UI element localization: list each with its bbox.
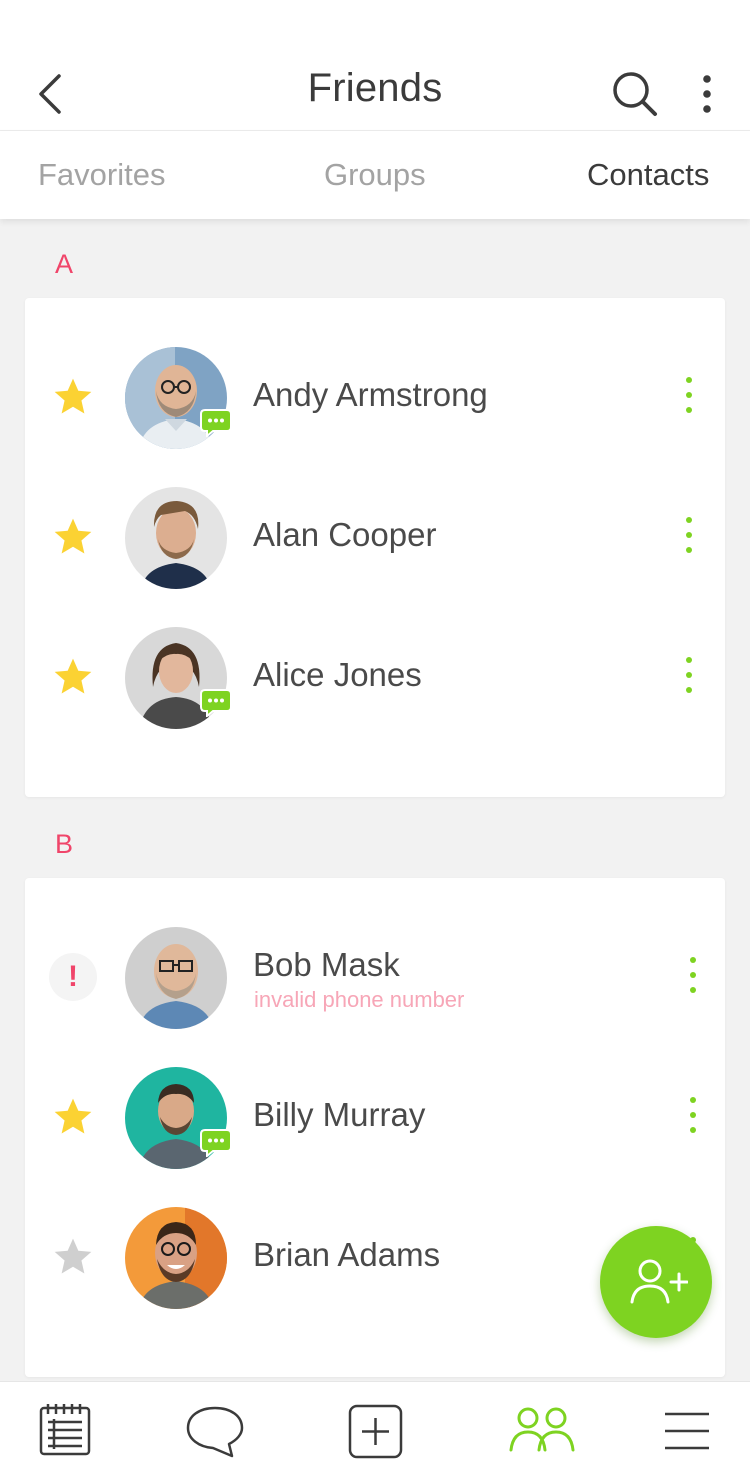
nav-add[interactable] bbox=[340, 1402, 410, 1462]
contact-row[interactable]: Alice Jones bbox=[25, 607, 725, 747]
alert-icon: ! bbox=[49, 953, 97, 1001]
chat-badge-icon bbox=[200, 689, 232, 717]
contact-options-icon[interactable] bbox=[675, 372, 703, 422]
search-icon bbox=[613, 72, 657, 116]
star-icon[interactable] bbox=[51, 1095, 95, 1139]
contact-row[interactable]: Andy Armstrong bbox=[25, 327, 725, 467]
notes-icon bbox=[39, 1404, 91, 1456]
section-header-b: B bbox=[55, 829, 74, 859]
tab-bar: Favorites Groups Contacts bbox=[0, 131, 750, 219]
contact-group-card-a: Andy Armstrong Alan Cooper Alice Jones bbox=[25, 298, 725, 797]
menu-icon bbox=[665, 1412, 709, 1450]
add-contact-button[interactable] bbox=[600, 1226, 712, 1338]
contact-row[interactable]: Alan Cooper bbox=[25, 467, 725, 607]
add-square-icon bbox=[348, 1404, 403, 1459]
more-options-button[interactable] bbox=[690, 70, 724, 118]
avatar bbox=[125, 1207, 227, 1309]
app-header: Friends bbox=[0, 0, 750, 131]
contact-options-icon[interactable] bbox=[679, 952, 707, 1002]
contact-row[interactable]: Billy Murray bbox=[25, 1047, 725, 1187]
contact-name: Alice Jones bbox=[253, 656, 422, 693]
contact-name: Billy Murray bbox=[253, 1096, 426, 1133]
contact-options-icon[interactable] bbox=[675, 652, 703, 702]
chat-badge-icon bbox=[200, 1129, 232, 1157]
tab-groups[interactable]: Groups bbox=[324, 157, 426, 193]
nav-menu[interactable] bbox=[652, 1402, 722, 1462]
star-icon[interactable] bbox=[51, 375, 95, 419]
contact-name: Bob Mask bbox=[253, 946, 400, 983]
contact-options-icon[interactable] bbox=[675, 512, 703, 562]
star-icon[interactable] bbox=[51, 515, 95, 559]
friends-icon bbox=[509, 1407, 575, 1452]
chat-icon bbox=[186, 1406, 244, 1458]
contact-name: Andy Armstrong bbox=[253, 376, 488, 413]
avatar bbox=[125, 487, 227, 589]
contact-row[interactable]: ! Bob Mask invalid phone number bbox=[25, 907, 725, 1047]
chat-badge-icon bbox=[200, 409, 232, 437]
tab-favorites[interactable]: Favorites bbox=[38, 157, 165, 193]
bottom-navigation bbox=[0, 1381, 750, 1480]
add-user-icon bbox=[630, 1259, 688, 1304]
contact-options-icon[interactable] bbox=[679, 1092, 707, 1142]
contact-name: Brian Adams bbox=[253, 1236, 441, 1273]
nav-chat[interactable] bbox=[180, 1402, 250, 1462]
section-header-a: A bbox=[55, 249, 74, 279]
star-outline-icon[interactable] bbox=[51, 1235, 95, 1279]
contact-name: Alan Cooper bbox=[253, 516, 437, 553]
nav-friends[interactable] bbox=[507, 1402, 577, 1462]
search-button[interactable] bbox=[609, 68, 661, 120]
tab-contacts[interactable]: Contacts bbox=[587, 157, 709, 193]
contact-error-text: invalid phone number bbox=[254, 987, 465, 1012]
avatar bbox=[125, 927, 227, 1029]
nav-notes[interactable] bbox=[30, 1402, 100, 1462]
star-icon[interactable] bbox=[51, 655, 95, 699]
more-vertical-icon bbox=[703, 75, 711, 113]
